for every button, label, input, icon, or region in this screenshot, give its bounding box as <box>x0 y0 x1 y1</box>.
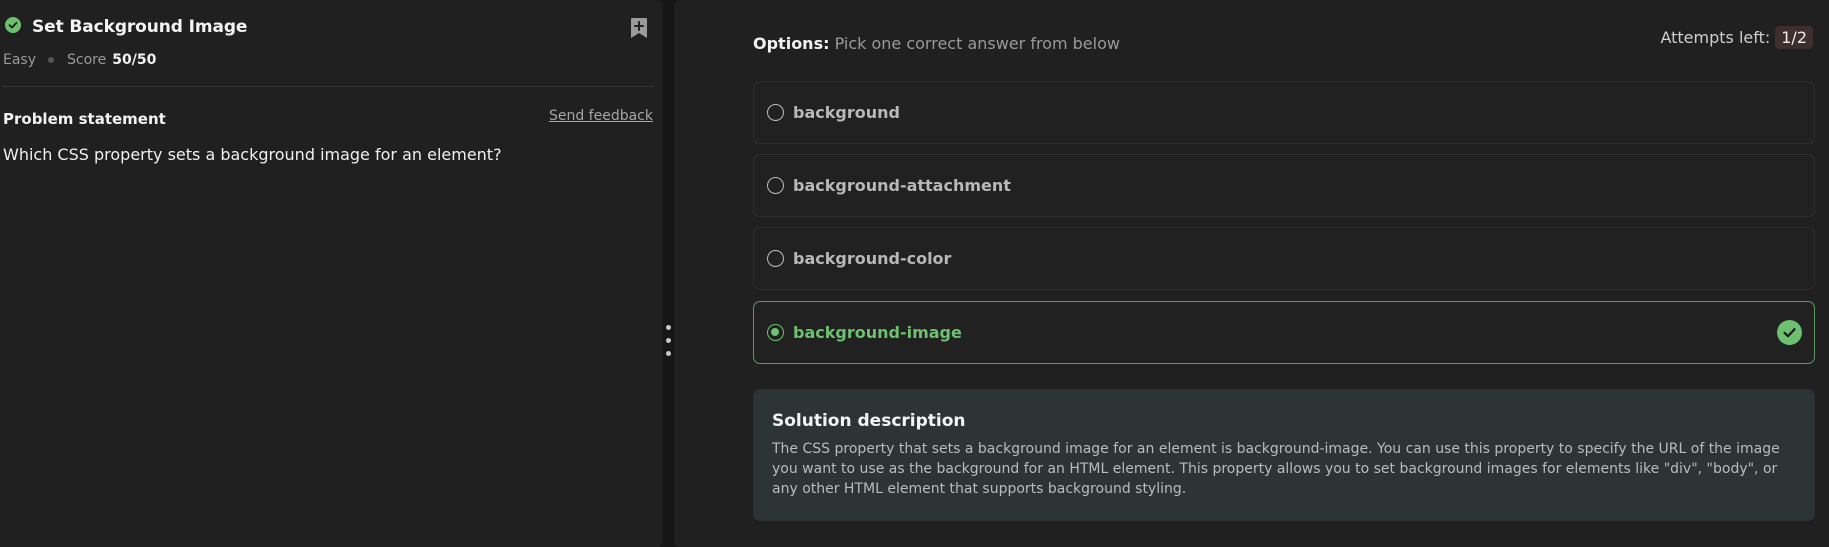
option-background-color[interactable]: background-color <box>753 227 1815 290</box>
score-value: 50/50 <box>112 52 157 68</box>
solution-description-box: Solution description The CSS property th… <box>753 389 1815 521</box>
problem-statement-heading: Problem statement <box>3 110 166 128</box>
problem-meta: Easy Score 50/50 <box>3 52 156 68</box>
solution-text: The CSS property that sets a background … <box>772 441 1780 497</box>
meta-separator-dot <box>48 57 55 63</box>
attempts-badge: 1/2 <box>1775 26 1813 49</box>
options-heading-label: Options: <box>753 34 830 53</box>
option-label: background-image <box>793 323 962 342</box>
radio-button[interactable] <box>767 250 784 267</box>
attempts-label: Attempts left: <box>1660 28 1771 47</box>
problem-title: Set Background Image <box>32 17 248 37</box>
drag-handle-dot <box>666 325 671 330</box>
answer-panel: Options: Pick one correct answer from be… <box>674 0 1829 547</box>
options-instruction: Pick one correct answer from below <box>829 34 1120 53</box>
option-background-image[interactable]: background-image <box>753 301 1815 364</box>
panel-resize-handle[interactable] <box>663 0 674 547</box>
solved-check-icon <box>5 17 21 33</box>
radio-button-selected[interactable] <box>767 324 784 341</box>
solution-heading: Solution description <box>772 411 966 431</box>
score-label: Score <box>67 52 107 68</box>
send-feedback-link[interactable]: Send feedback <box>549 108 653 124</box>
option-label: background-attachment <box>793 176 1011 195</box>
option-background-attachment[interactable]: background-attachment <box>753 154 1815 217</box>
problem-panel: Set Background Image Easy Score 50/50 Pr… <box>0 0 663 547</box>
option-label: background-color <box>793 249 952 268</box>
option-label: background <box>793 103 900 122</box>
problem-question: Which CSS property sets a background ima… <box>3 145 502 164</box>
attempts-indicator: Attempts left: 1/2 <box>1660 26 1813 49</box>
drag-handle-dot <box>666 351 671 356</box>
difficulty-label: Easy <box>3 52 37 68</box>
option-background[interactable]: background <box>753 81 1815 144</box>
bookmark-add-icon[interactable] <box>630 17 648 39</box>
options-header: Options: Pick one correct answer from be… <box>753 34 1120 53</box>
radio-button[interactable] <box>767 177 784 194</box>
drag-handle-dot <box>666 338 671 343</box>
radio-button[interactable] <box>767 104 784 121</box>
correct-check-icon <box>1777 320 1802 345</box>
header-divider <box>3 86 654 87</box>
